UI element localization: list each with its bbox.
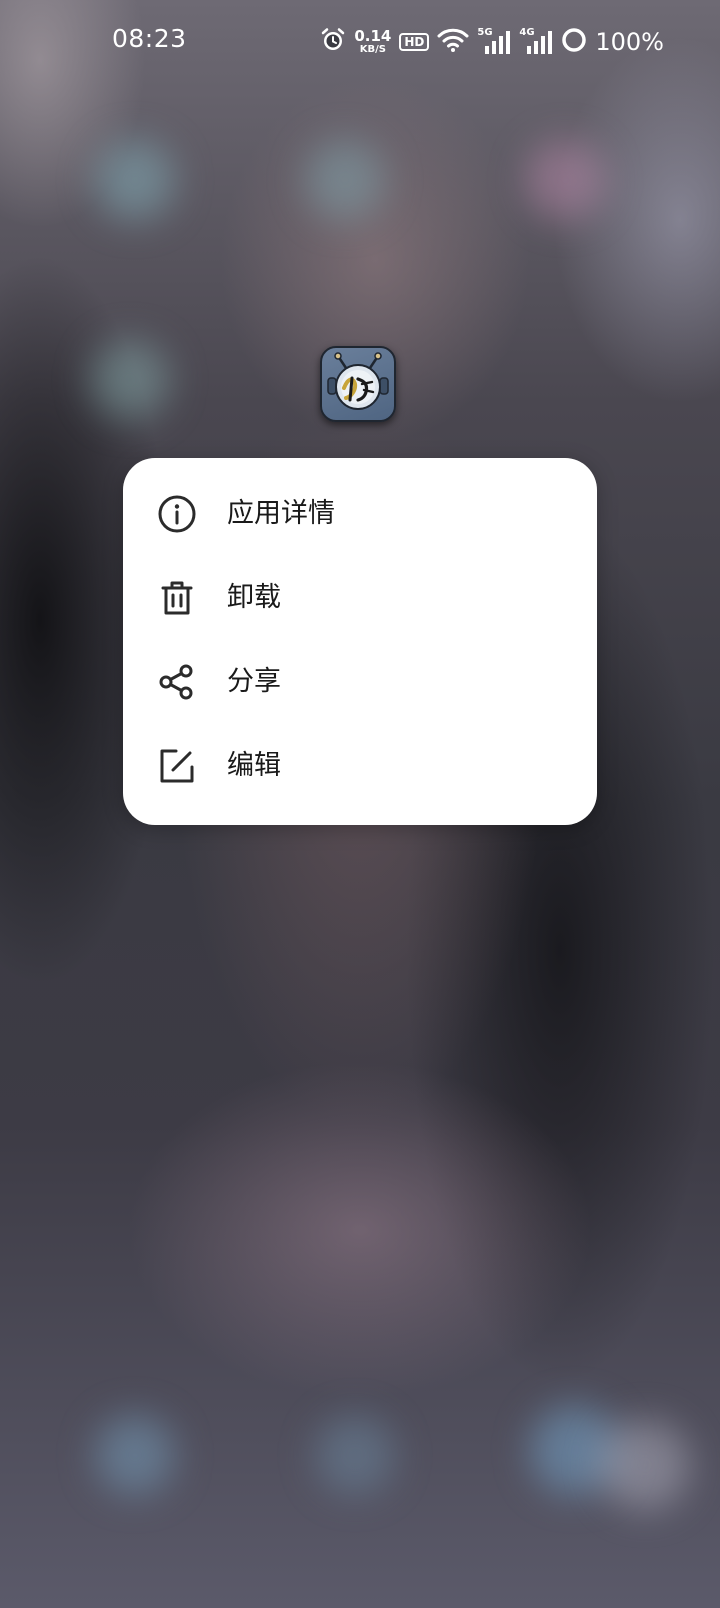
signal-4g-label: 4G (519, 27, 535, 38)
blurred-home-icon (525, 140, 605, 220)
battery-ring-icon (561, 27, 587, 57)
menu-item-share[interactable]: 分享 (123, 640, 597, 724)
blurred-dock-icon (600, 1420, 690, 1510)
menu-item-edit[interactable]: 编辑 (123, 724, 597, 808)
share-icon (157, 662, 197, 702)
menu-item-label: 应用详情 (227, 498, 335, 529)
app-context-menu: 应用详情 卸载 分享 编辑 (123, 458, 597, 825)
alarm-icon (320, 27, 346, 57)
menu-item-app-details[interactable]: 应用详情 (123, 472, 597, 556)
status-bar: 08:23 0.14 KB/S HD 5G 4G 100% (0, 0, 720, 84)
menu-item-uninstall[interactable]: 卸载 (123, 556, 597, 640)
signal-5g-icon: 5G (477, 27, 511, 55)
signal-4g-icon: 4G (519, 27, 553, 55)
edit-icon (157, 746, 197, 786)
menu-item-label: 分享 (227, 666, 281, 697)
hd-voice-icon: HD (399, 33, 430, 51)
blurred-home-icon (90, 340, 170, 420)
blurred-home-icon (95, 140, 175, 220)
network-speed: 0.14 KB/S (354, 29, 391, 55)
trash-icon (157, 578, 197, 618)
blurred-home-icon (305, 140, 385, 220)
info-icon (157, 494, 197, 534)
app-logo-icon (327, 352, 389, 410)
status-icons: 0.14 KB/S HD 5G 4G 100% (320, 22, 664, 62)
status-time: 08:23 (112, 24, 187, 53)
signal-5g-label: 5G (477, 27, 493, 38)
blurred-dock-icon (95, 1415, 175, 1495)
app-icon[interactable] (320, 346, 396, 422)
battery-percentage: 100% (595, 28, 664, 56)
menu-item-label: 卸载 (227, 582, 281, 613)
network-speed-unit: KB/S (359, 44, 386, 55)
wifi-icon (437, 27, 469, 57)
menu-item-label: 编辑 (227, 750, 281, 781)
blurred-dock-icon (315, 1415, 395, 1495)
network-speed-value: 0.14 (354, 27, 392, 45)
